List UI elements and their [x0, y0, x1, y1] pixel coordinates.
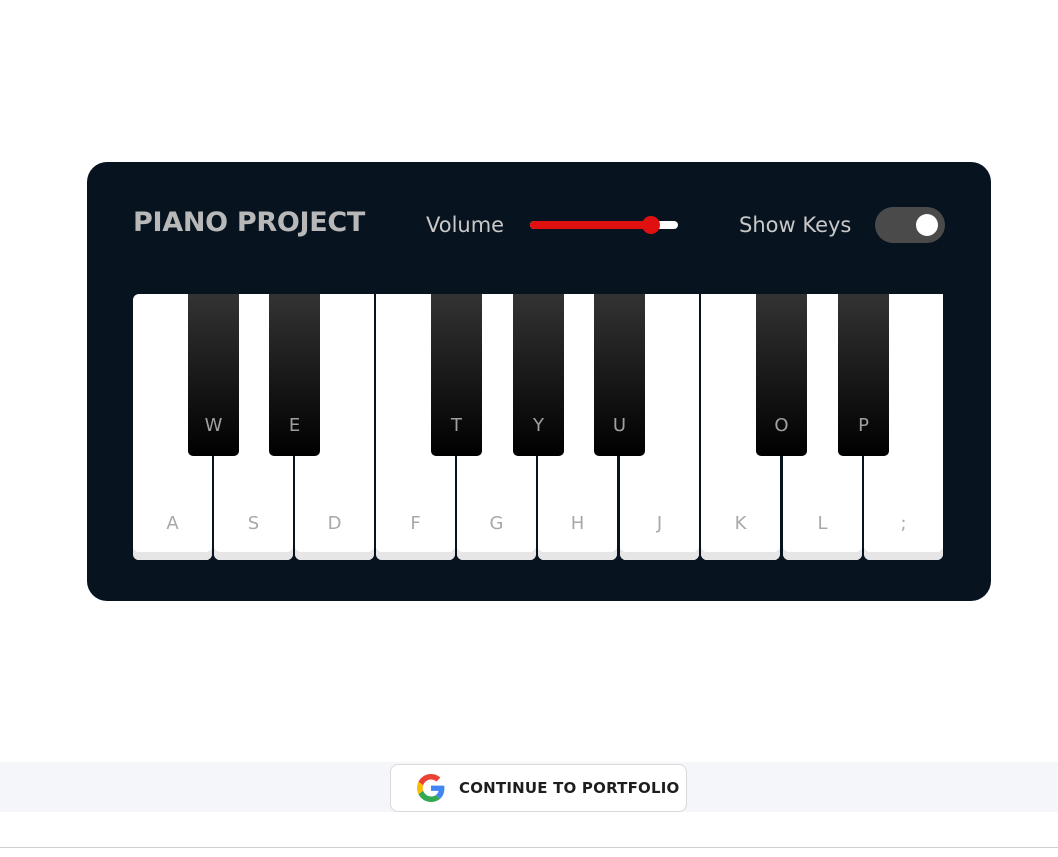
- key-label: H: [570, 513, 585, 534]
- black-key-p[interactable]: P: [838, 294, 889, 456]
- black-key-t[interactable]: T: [431, 294, 482, 456]
- key-label: U: [612, 415, 627, 436]
- toggle-knob: [916, 214, 938, 236]
- key-label: J: [656, 513, 663, 534]
- show-keys-toggle[interactable]: [875, 207, 945, 243]
- key-label: L: [817, 513, 828, 534]
- key-label: A: [166, 513, 179, 534]
- volume-slider-fill: [530, 221, 651, 229]
- key-label: ;: [900, 513, 907, 534]
- piano-panel: PIANO PROJECT Volume Show Keys A S D F G…: [87, 162, 991, 601]
- black-key-y[interactable]: Y: [513, 294, 564, 456]
- key-label: W: [204, 415, 223, 436]
- key-label: P: [858, 415, 869, 436]
- show-keys-label: Show Keys: [739, 213, 852, 237]
- divider: [0, 847, 1058, 848]
- key-label: O: [774, 415, 789, 436]
- key-label: Y: [533, 415, 544, 436]
- key-label: S: [247, 513, 260, 534]
- key-label: F: [410, 513, 421, 534]
- key-label: E: [288, 415, 301, 436]
- volume-label: Volume: [426, 213, 505, 237]
- volume-slider-thumb[interactable]: [642, 216, 660, 234]
- key-label: G: [489, 513, 504, 534]
- black-key-w[interactable]: W: [188, 294, 239, 456]
- piano-keys: A S D F G H J K L ; W E T Y U O P: [133, 294, 944, 560]
- continue-to-portfolio-label: CONTINUE TO PORTFOLIO: [459, 779, 680, 797]
- key-label: T: [451, 415, 462, 436]
- key-label: D: [327, 513, 342, 534]
- black-key-e[interactable]: E: [269, 294, 320, 456]
- key-label: K: [734, 513, 747, 534]
- page-title: PIANO PROJECT: [133, 207, 366, 238]
- continue-to-portfolio-button[interactable]: CONTINUE TO PORTFOLIO: [390, 764, 687, 812]
- volume-slider[interactable]: [530, 216, 678, 234]
- page: PIANO PROJECT Volume Show Keys A S D F G…: [0, 0, 1058, 857]
- black-key-u[interactable]: U: [594, 294, 645, 456]
- google-icon: [417, 774, 445, 802]
- black-key-o[interactable]: O: [756, 294, 807, 456]
